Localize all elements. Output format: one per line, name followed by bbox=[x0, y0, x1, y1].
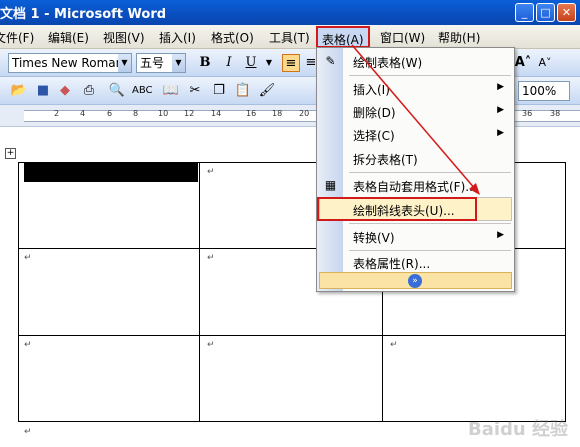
menu-expand-button[interactable]: » bbox=[319, 272, 512, 289]
menu-window[interactable]: 窗口(W) bbox=[380, 29, 425, 46]
cell-end-mark: ↵ bbox=[390, 340, 398, 350]
ruler-number: 6 bbox=[107, 109, 113, 118]
submenu-arrow-icon: ▶ bbox=[497, 82, 504, 92]
grow-font-icon[interactable]: A˄ bbox=[514, 54, 532, 72]
cut-icon[interactable]: ✂ bbox=[186, 82, 204, 100]
double-chevron-down-icon: » bbox=[408, 274, 422, 288]
ruler-number: 8 bbox=[133, 109, 139, 118]
cell-end-mark: ↵ bbox=[24, 253, 32, 263]
chevron-down-icon[interactable]: ▼ bbox=[118, 54, 131, 72]
table-border bbox=[18, 335, 566, 336]
print-icon[interactable]: ⎙ bbox=[80, 82, 98, 100]
table-border bbox=[199, 162, 200, 422]
copy-icon[interactable]: ❐ bbox=[210, 82, 228, 100]
menu-item-draw-table[interactable]: ✎ 绘制表格(W) bbox=[317, 50, 514, 74]
chevron-down-icon[interactable]: ▼ bbox=[172, 54, 185, 72]
submenu-arrow-icon: ▶ bbox=[497, 230, 504, 240]
submenu-arrow-icon: ▶ bbox=[497, 105, 504, 115]
paragraph-mark: ↵ bbox=[24, 427, 32, 437]
print-preview-icon[interactable]: 🔍 bbox=[108, 82, 126, 100]
open-icon[interactable]: 📂 bbox=[10, 82, 28, 100]
ruler-number: 18 bbox=[272, 109, 283, 118]
menu-format[interactable]: 格式(O) bbox=[211, 29, 254, 46]
format-painter-icon[interactable]: 🖌 bbox=[258, 82, 276, 100]
menu-edit[interactable]: 编辑(E) bbox=[48, 29, 89, 46]
cell-end-mark: ↵ bbox=[207, 340, 215, 350]
font-name-value: Times New Roman bbox=[12, 56, 124, 70]
menu-table[interactable]: 表格(A) bbox=[316, 26, 370, 48]
cell-end-mark: ↵ bbox=[207, 167, 215, 177]
maximize-button[interactable]: □ bbox=[536, 3, 555, 22]
menu-view[interactable]: 视图(V) bbox=[103, 29, 145, 46]
save-icon[interactable]: ■ bbox=[34, 82, 52, 100]
table-border bbox=[565, 162, 566, 422]
menu-separator bbox=[349, 75, 511, 76]
menu-bar: 文件(F) 编辑(E) 视图(V) 插入(I) 格式(O) 工具(T) 表格(A… bbox=[0, 25, 580, 49]
chevron-down-icon[interactable]: ▼ bbox=[260, 54, 278, 72]
font-size-value: 五号 bbox=[140, 56, 165, 70]
table-border bbox=[18, 162, 19, 422]
ruler-number: 20 bbox=[299, 109, 310, 118]
ruler-number: 14 bbox=[211, 109, 222, 118]
ruler-number: 36 bbox=[522, 109, 533, 118]
menu-help[interactable]: 帮助(H) bbox=[438, 29, 480, 46]
menu-separator bbox=[349, 172, 511, 173]
spelling-icon[interactable]: ABC bbox=[132, 82, 153, 100]
pencil-icon: ✎ bbox=[325, 54, 336, 68]
menu-item-table-autoformat[interactable]: ▦ 表格自动套用格式(F)... bbox=[317, 174, 514, 198]
ruler-number: 4 bbox=[80, 109, 86, 118]
menu-file[interactable]: 文件(F) bbox=[0, 29, 34, 46]
menu-insert[interactable]: 插入(I) bbox=[159, 29, 196, 46]
title-bar: 文档 1 - Microsoft Word _ □ ✕ bbox=[0, 0, 580, 25]
menu-item-convert[interactable]: 转换(V) ▶ bbox=[317, 225, 514, 249]
shrink-font-icon[interactable]: A˅ bbox=[536, 54, 554, 72]
font-name-combo[interactable]: Times New Roman ▼ bbox=[8, 53, 132, 73]
cell-end-mark: ↵ bbox=[207, 253, 215, 263]
ruler-number: 10 bbox=[158, 109, 169, 118]
watermark: Baidu 经验 bbox=[467, 419, 568, 440]
paste-icon[interactable]: 📋 bbox=[234, 82, 252, 100]
ruler-number: 12 bbox=[184, 109, 195, 118]
menu-separator bbox=[349, 223, 511, 224]
permission-icon[interactable]: ◆ bbox=[56, 82, 74, 100]
menu-item-select[interactable]: 选择(C) ▶ bbox=[317, 123, 514, 147]
minimize-button[interactable]: _ bbox=[515, 3, 534, 22]
cell-end-mark: ↵ bbox=[24, 340, 32, 350]
close-button[interactable]: ✕ bbox=[557, 3, 576, 22]
ruler-number: 2 bbox=[54, 109, 60, 118]
ruler-number: 16 bbox=[246, 109, 257, 118]
italic-button[interactable]: I bbox=[220, 54, 238, 72]
window-title: 文档 1 - Microsoft Word bbox=[0, 7, 167, 22]
menu-item-draw-diagonal-header[interactable]: 绘制斜线表头(U)... bbox=[317, 197, 477, 221]
autoformat-icon: ▦ bbox=[324, 178, 337, 192]
underline-button[interactable]: U bbox=[242, 54, 260, 72]
research-icon[interactable]: 📖 bbox=[162, 82, 180, 100]
window-controls: _ □ ✕ bbox=[515, 3, 576, 22]
menu-item-delete[interactable]: 删除(D) ▶ bbox=[317, 100, 514, 124]
table-menu-dropdown: ✎ 绘制表格(W) 插入(I) ▶ 删除(D) ▶ 选择(C) ▶ 拆分表格(T… bbox=[316, 47, 515, 292]
zoom-combo[interactable]: 100% bbox=[518, 81, 570, 101]
font-size-combo[interactable]: 五号 ▼ bbox=[136, 53, 186, 73]
submenu-arrow-icon: ▶ bbox=[497, 128, 504, 138]
table-move-handle-icon[interactable]: + bbox=[5, 148, 16, 159]
menu-item-insert[interactable]: 插入(I) ▶ bbox=[317, 77, 514, 101]
menu-tools[interactable]: 工具(T) bbox=[269, 29, 310, 46]
bold-button[interactable]: B bbox=[196, 54, 214, 72]
menu-item-split-table[interactable]: 拆分表格(T) bbox=[317, 147, 514, 171]
align-justify-icon[interactable]: ≡ bbox=[282, 54, 300, 72]
selected-cell[interactable] bbox=[24, 163, 198, 182]
ruler-number: 38 bbox=[550, 109, 561, 118]
